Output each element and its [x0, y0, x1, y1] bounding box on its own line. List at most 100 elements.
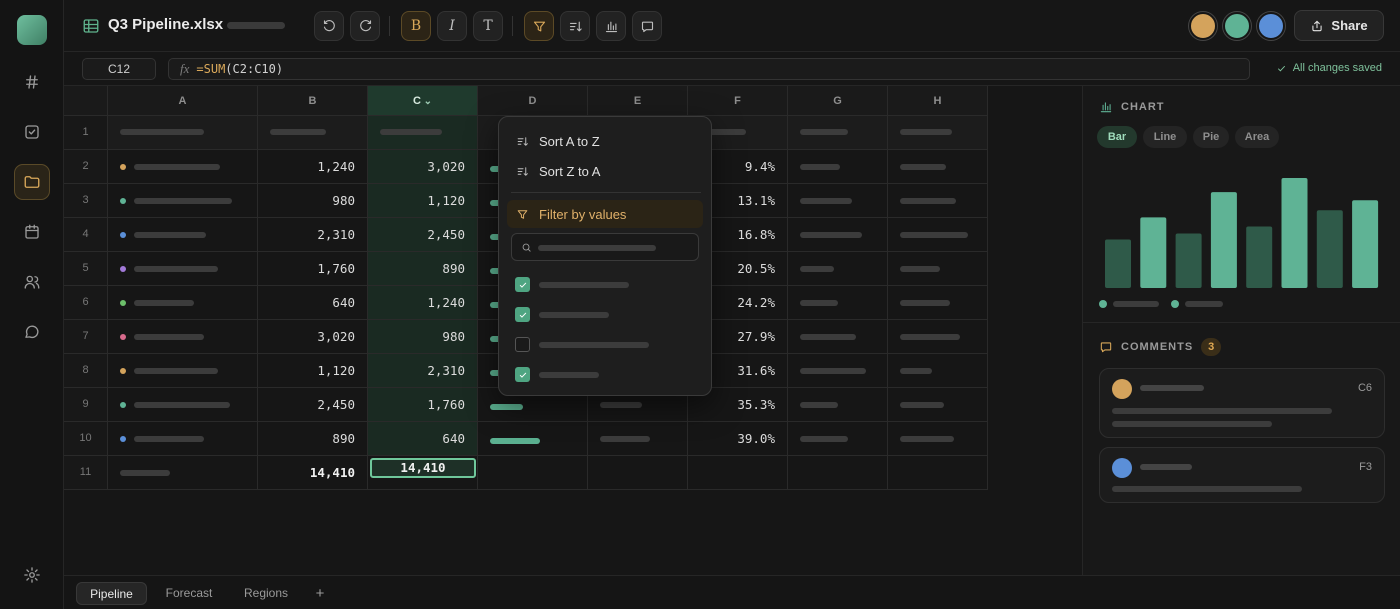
total-cell[interactable]: 14,410 — [368, 456, 478, 490]
table-cell[interactable] — [478, 422, 588, 456]
collaborator-avatar[interactable] — [1223, 12, 1251, 40]
column-header-f[interactable]: F — [688, 86, 788, 116]
sheet-tab-regions[interactable]: Regions — [233, 582, 299, 605]
select-all-corner[interactable] — [64, 86, 108, 116]
table-cell[interactable] — [888, 388, 988, 422]
table-cell[interactable]: 3,020 — [258, 320, 368, 354]
row-header[interactable]: 11 — [64, 456, 108, 490]
filter-search-input[interactable] — [511, 233, 699, 261]
table-cell[interactable] — [888, 354, 988, 388]
table-cell[interactable]: 3,020 — [368, 150, 478, 184]
table-cell[interactable] — [108, 150, 258, 184]
table-cell[interactable] — [108, 184, 258, 218]
table-cell[interactable] — [788, 184, 888, 218]
table-cell[interactable] — [788, 286, 888, 320]
active-cell[interactable]: 14,410 — [370, 458, 476, 478]
table-cell[interactable]: 2,310 — [368, 354, 478, 388]
table-cell[interactable]: 1,240 — [368, 286, 478, 320]
row-header[interactable]: 7 — [64, 320, 108, 354]
column-header-a[interactable]: A — [108, 86, 258, 116]
tasks-icon[interactable] — [14, 114, 50, 150]
calendar-icon[interactable] — [14, 214, 50, 250]
table-cell[interactable] — [888, 218, 988, 252]
chart-bar[interactable] — [1316, 210, 1343, 288]
table-cell[interactable] — [888, 184, 988, 218]
table-cell[interactable] — [108, 456, 258, 490]
row-header[interactable]: 4 — [64, 218, 108, 252]
row-header[interactable]: 8 — [64, 354, 108, 388]
header-cell[interactable] — [368, 116, 478, 150]
sheet-tab-forecast[interactable]: Forecast — [155, 582, 223, 605]
table-cell[interactable] — [108, 218, 258, 252]
header-cell[interactable] — [788, 116, 888, 150]
sort-z-to-a-item[interactable]: Sort Z to A — [507, 157, 703, 185]
table-cell[interactable]: 640 — [258, 286, 368, 320]
hash-icon[interactable] — [14, 64, 50, 100]
column-header-c[interactable]: C ⌄ — [368, 86, 478, 116]
chevron-down-icon[interactable]: ⌄ — [421, 96, 432, 107]
header-cell[interactable] — [888, 116, 988, 150]
table-cell[interactable] — [888, 286, 988, 320]
chart-bar[interactable] — [1140, 217, 1167, 288]
sort-button[interactable] — [560, 11, 590, 41]
table-cell[interactable] — [588, 422, 688, 456]
filter-value-checkbox[interactable] — [515, 277, 530, 292]
column-header-h[interactable]: H — [888, 86, 988, 116]
table-cell[interactable] — [788, 422, 888, 456]
header-cell[interactable] — [258, 116, 368, 150]
table-cell[interactable]: 1,760 — [368, 388, 478, 422]
row-header[interactable]: 1 — [64, 116, 108, 150]
table-cell[interactable]: 2,450 — [368, 218, 478, 252]
row-header[interactable]: 6 — [64, 286, 108, 320]
filter-value-checkbox[interactable] — [515, 367, 530, 382]
table-cell[interactable] — [108, 320, 258, 354]
chart-bar[interactable] — [1246, 226, 1273, 288]
header-cell[interactable] — [108, 116, 258, 150]
table-cell[interactable] — [478, 456, 588, 490]
table-cell[interactable]: 980 — [368, 320, 478, 354]
column-header-d[interactable]: D — [478, 86, 588, 116]
table-cell[interactable] — [888, 252, 988, 286]
table-cell[interactable] — [788, 252, 888, 286]
row-header[interactable]: 3 — [64, 184, 108, 218]
collaborator-avatar[interactable] — [1257, 12, 1285, 40]
table-cell[interactable] — [888, 422, 988, 456]
column-header-b[interactable]: B — [258, 86, 368, 116]
table-cell[interactable] — [108, 388, 258, 422]
table-cell[interactable] — [888, 320, 988, 354]
table-cell[interactable] — [888, 150, 988, 184]
chart-type-line[interactable]: Line — [1143, 126, 1187, 148]
column-header-g[interactable]: G — [788, 86, 888, 116]
table-cell[interactable] — [108, 422, 258, 456]
chart-bar[interactable] — [1352, 200, 1379, 288]
table-cell[interactable] — [888, 456, 988, 490]
filter-value-checkbox[interactable] — [515, 337, 530, 352]
total-cell[interactable]: 14,410 — [258, 456, 368, 490]
add-sheet-button[interactable]: + — [308, 582, 332, 605]
row-header[interactable]: 10 — [64, 422, 108, 456]
table-cell[interactable] — [108, 286, 258, 320]
chart-type-pie[interactable]: Pie — [1193, 126, 1229, 148]
chart-bar[interactable] — [1105, 239, 1131, 288]
table-cell[interactable] — [108, 252, 258, 286]
row-header[interactable]: 2 — [64, 150, 108, 184]
row-header[interactable]: 5 — [64, 252, 108, 286]
italic-button[interactable]: I — [437, 11, 467, 41]
table-cell[interactable]: 39.0% — [688, 422, 788, 456]
filter-by-values-item[interactable]: Filter by values — [507, 200, 703, 228]
table-cell[interactable]: 1,760 — [258, 252, 368, 286]
chart-bar[interactable] — [1210, 192, 1237, 288]
undo-button[interactable] — [314, 11, 344, 41]
table-cell[interactable] — [788, 320, 888, 354]
table-cell[interactable] — [788, 354, 888, 388]
table-cell[interactable]: 980 — [258, 184, 368, 218]
text-format-button[interactable]: T — [473, 11, 503, 41]
table-cell[interactable] — [788, 388, 888, 422]
sort-a-to-z-item[interactable]: Sort A to Z — [507, 127, 703, 155]
table-cell[interactable] — [788, 456, 888, 490]
comment-card[interactable]: F3 — [1099, 447, 1385, 503]
share-button[interactable]: Share — [1294, 10, 1384, 41]
comment-button[interactable] — [632, 11, 662, 41]
redo-button[interactable] — [350, 11, 380, 41]
folder-icon[interactable] — [14, 164, 50, 200]
